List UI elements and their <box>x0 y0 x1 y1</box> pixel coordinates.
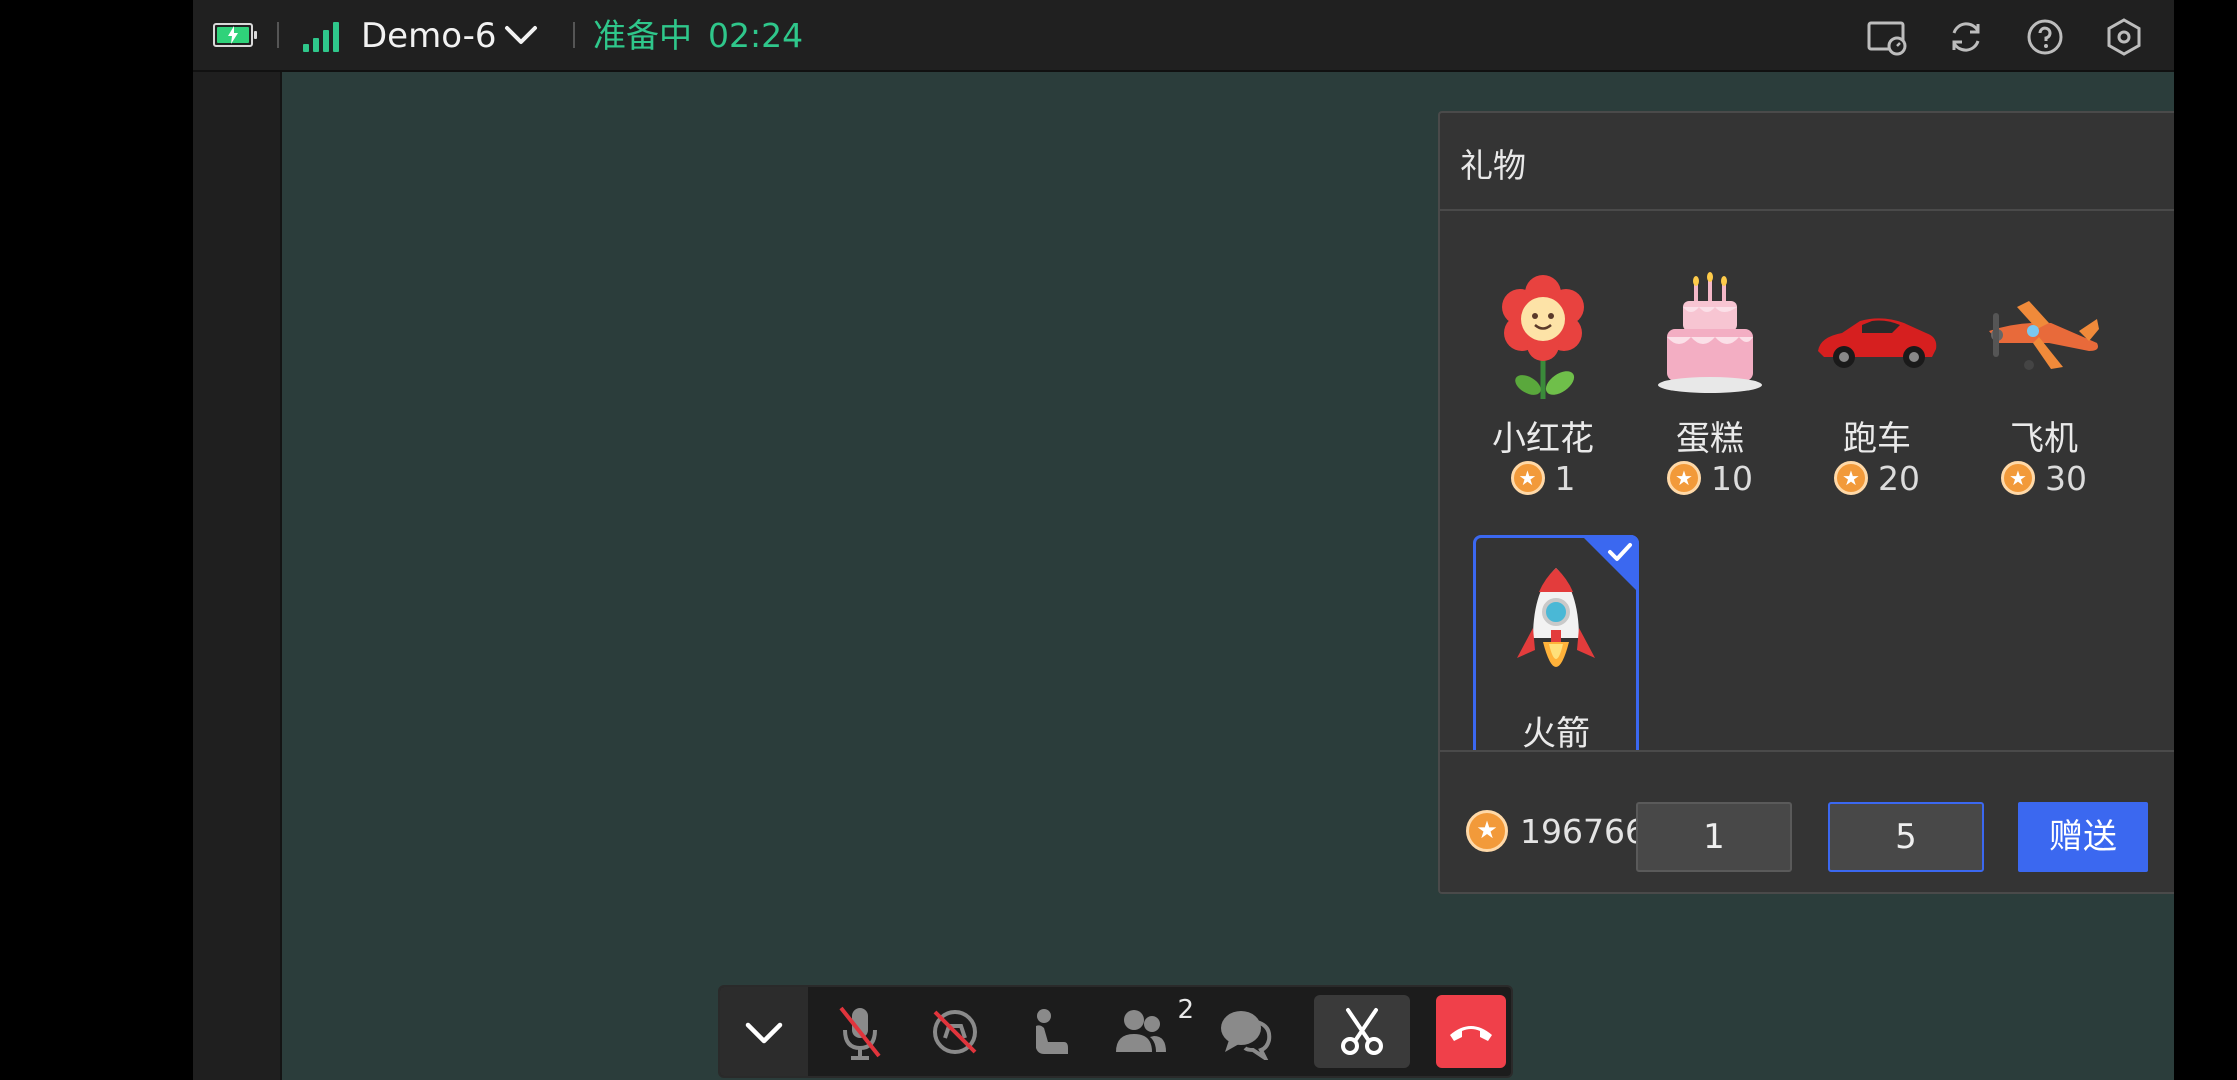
seat-icon <box>1036 1008 1068 1054</box>
coin-icon <box>1466 810 1508 852</box>
sidebar-divider <box>280 72 282 1080</box>
refresh-icon[interactable] <box>1945 16 1987 58</box>
gift-name: 小红花 <box>1492 419 1594 459</box>
gift-price: 10 <box>1627 459 1793 498</box>
elapsed-time: 02:24 <box>708 16 804 55</box>
seat-button[interactable] <box>1005 987 1095 1076</box>
coin-icon <box>1510 461 1545 495</box>
speaker-toggle-button[interactable] <box>910 987 1000 1076</box>
separator <box>277 22 279 48</box>
screen-cast-icon[interactable] <box>1866 16 1908 58</box>
gift-panel-footer: 196766 1 5 赠送 <box>1440 750 2174 892</box>
gift-item-sports-car[interactable]: 跑车 20 <box>1794 271 1960 498</box>
session-status: 准备中 02:24 <box>593 14 803 58</box>
gift-panel-title: 礼物 <box>1460 146 1526 185</box>
chat-icon <box>1221 1010 1272 1060</box>
cake-icon <box>1658 272 1762 393</box>
sports-car-icon <box>1818 318 1937 368</box>
top-bar: Demo-6 准备中 02:24 <box>193 0 2174 72</box>
scissors-icon <box>1341 1007 1383 1055</box>
help-icon[interactable] <box>2024 16 2066 58</box>
bottom-toolbar: 2 <box>718 985 1513 1078</box>
chat-button[interactable] <box>1200 987 1290 1076</box>
separator <box>573 22 575 48</box>
coin-balance: 196766 <box>1466 810 1646 852</box>
hang-up-icon <box>1450 1025 1492 1041</box>
gift-panel: 礼物 小红花 1 <box>1438 111 2174 894</box>
coin-icon <box>1834 461 1868 495</box>
gift-item-rocket[interactable]: 火箭 <box>1473 535 1639 755</box>
airplane-icon <box>1989 301 2099 370</box>
cut-button[interactable] <box>1314 995 1410 1068</box>
gift-item-airplane[interactable]: 飞机 30 <box>1961 271 2127 498</box>
members-icon <box>1116 1009 1166 1052</box>
signal-icon <box>303 20 341 52</box>
mic-off-icon <box>839 1006 881 1060</box>
selected-check-icon <box>1581 535 1639 593</box>
hang-up-button[interactable] <box>1436 995 1506 1068</box>
gift-name: 蛋糕 <box>1676 419 1744 459</box>
coin-icon <box>2001 461 2035 495</box>
members-button[interactable]: 2 <box>1100 987 1200 1076</box>
collapse-toolbar-button[interactable] <box>720 987 808 1076</box>
quantity-field[interactable]: 1 <box>1636 802 1792 872</box>
speaker-off-icon <box>933 1009 977 1054</box>
gift-item-cake[interactable]: 蛋糕 10 <box>1627 271 1793 498</box>
chevron-down-icon <box>745 1022 783 1043</box>
app-screen: Demo-6 准备中 02:24 礼物 小红花 ★1 蛋糕 ★10 跑车 ★20… <box>193 0 2174 1080</box>
send-gift-button[interactable]: 赠送 <box>2018 802 2148 872</box>
gift-price: 20 <box>1794 459 1960 498</box>
microphone-toggle-button[interactable] <box>815 987 905 1076</box>
quantity-field-active[interactable]: 5 <box>1828 802 1984 872</box>
member-count-badge: 2 <box>1177 995 1194 1025</box>
gift-item-flower[interactable]: 小红花 1 <box>1460 271 1626 498</box>
flower-icon <box>1502 275 1584 399</box>
device-name[interactable]: Demo-6 <box>361 14 497 58</box>
gift-name: 跑车 <box>1843 419 1911 459</box>
gift-name: 火箭 <box>1522 714 1590 754</box>
coin-icon <box>1667 461 1701 495</box>
gift-panel-header: 礼物 <box>1440 113 2174 211</box>
gift-price: 30 <box>1961 459 2127 498</box>
chevron-down-icon[interactable] <box>503 22 539 50</box>
battery-icon <box>213 23 257 47</box>
left-sidebar-strip <box>193 72 282 1080</box>
gift-price: 1 <box>1460 459 1626 498</box>
status-text: 准备中 <box>593 16 692 55</box>
gift-name: 飞机 <box>2010 419 2078 459</box>
settings-icon[interactable] <box>2103 16 2145 58</box>
